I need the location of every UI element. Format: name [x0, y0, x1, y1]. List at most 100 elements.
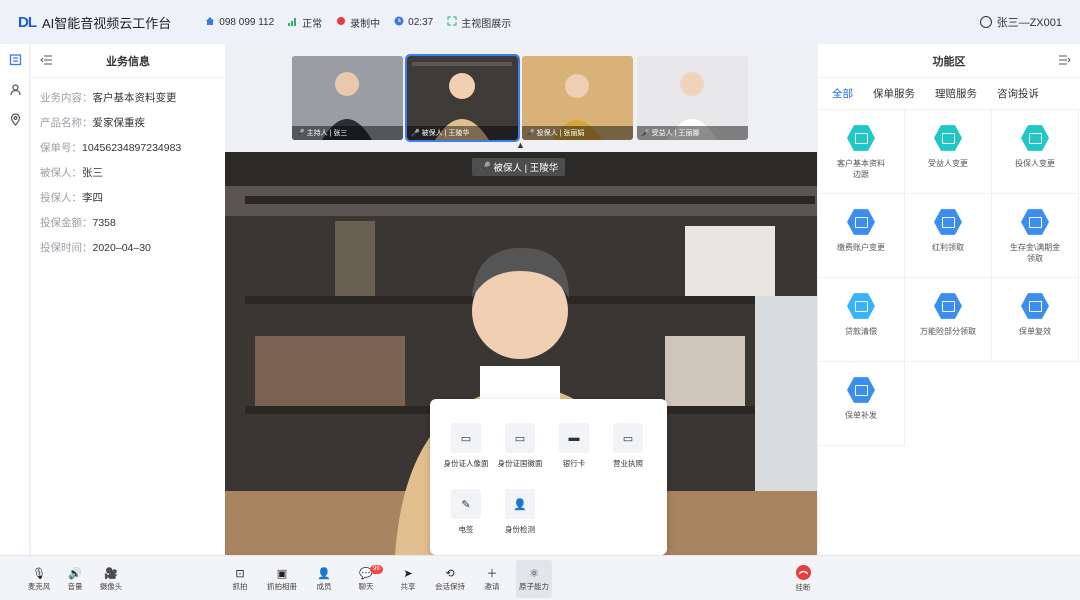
toolbar-icon: ➤ — [403, 567, 413, 580]
view-mode-toggle[interactable]: 主视图展示 — [447, 15, 511, 30]
info-row: 投保金额：7358 — [40, 215, 225, 229]
participant-label: 投保人 | 张丽娟 — [536, 130, 585, 137]
view-mode-text: 主视图展示 — [461, 18, 512, 30]
function-item[interactable]: 生存金\满期金 领取 — [992, 194, 1079, 278]
function-item[interactable]: 保单补发 — [818, 362, 905, 446]
toolbar-label: 摄像头 — [99, 582, 123, 591]
hangup-button[interactable]: 挂断 — [793, 565, 813, 593]
mic-icon: 🎤 — [641, 130, 650, 137]
hangup-label: 挂断 — [795, 583, 811, 592]
toolbar-label: 麦克风 — [27, 582, 51, 591]
function-item-label: 客户基本资料 边跟 — [837, 159, 885, 179]
atomic-item[interactable]: ▬ 银行卡 — [548, 423, 600, 469]
people-icon[interactable] — [0, 74, 30, 104]
mic-icon: 🎤 — [526, 130, 535, 137]
toolbar-button[interactable]: ⚛ 原子能力 — [516, 560, 552, 598]
toolbar-button[interactable]: ⊡ 抓拍 — [222, 565, 258, 592]
function-item-label: 投保人变更 — [1015, 159, 1055, 168]
toolbar-label: 原子能力 — [519, 582, 549, 591]
function-item-label: 受益人变更 — [928, 159, 968, 168]
function-item-icon — [847, 125, 875, 151]
active-speaker-label: 🎤 被保人 | 王陵华 — [472, 158, 566, 176]
function-item-label: 保单复效 — [1019, 327, 1051, 336]
function-item[interactable]: 贷款清偿 — [818, 278, 905, 362]
atomic-item[interactable]: ✎ 电签 — [440, 489, 492, 535]
toolbar-button[interactable]: ＋ 邀请 — [474, 565, 510, 592]
function-item[interactable]: 受益人变更 — [905, 110, 992, 194]
user-menu[interactable]: 张三—ZX001 — [979, 0, 1062, 44]
function-panel: 功能区 全部 保单服务 理赔服务 咨询投诉 客户基本资料 边跟 受益人变更 投保人变更 缴费… — [818, 44, 1080, 555]
info-key: 保单号： — [40, 142, 82, 154]
info-key: 投保金额： — [40, 217, 93, 229]
function-item-icon — [847, 377, 875, 403]
toolbar-button[interactable]: 🔊 音量 — [57, 565, 93, 592]
atomic-item-icon: ▭ — [613, 423, 643, 453]
clock-icon — [394, 16, 404, 29]
toolbar-button[interactable]: ➤ 共享 — [390, 565, 426, 592]
participant-label: 受益人 | 王丽娜 — [651, 130, 700, 137]
toolbar-button[interactable]: ▣ 抓拍相册 — [264, 565, 300, 592]
toolbar-icon: ▣ — [276, 567, 288, 580]
function-tab[interactable]: 咨询投诉 — [997, 86, 1039, 101]
mic-icon: 🎤 — [479, 161, 491, 173]
atomic-item[interactable]: ▭ 身份证国徽面 — [494, 423, 546, 469]
function-tab[interactable]: 全部 — [832, 86, 853, 101]
mic-icon: 🎤 — [296, 130, 305, 137]
left-rail — [0, 44, 30, 555]
toolbar-label: 抓拍 — [232, 582, 248, 591]
toolbar-button[interactable]: 👤 成员 — [306, 565, 342, 592]
function-tab[interactable]: 保单服务 — [873, 86, 915, 101]
function-item-icon — [847, 209, 875, 235]
toolbar-label: 邀请 — [484, 582, 500, 591]
collapse-icon[interactable] — [40, 55, 52, 65]
function-item[interactable]: 红利领取 — [905, 194, 992, 278]
phone-number: 098 099 112 — [219, 16, 275, 28]
info-row: 投保时间：2020–04–30 — [40, 240, 225, 254]
video-stage: 🎤 主持人 | 张三 🎤 被保人 | 王陵华 🎤 投保人 | 张丽娟 🎤 受益人… — [225, 44, 817, 555]
participant-caption: 🎤 主持人 | 张三 — [292, 126, 403, 140]
timer: 02:37 — [394, 16, 433, 29]
atomic-item[interactable]: ▭ 身份证人像面 — [440, 423, 492, 469]
toolbar-label: 音量 — [67, 582, 83, 591]
toolbar-button[interactable]: 💬 聊天 99 — [348, 565, 384, 592]
toolbar-button[interactable]: 🎙 麦克风 — [21, 565, 57, 592]
recording-status: 录制中 — [336, 15, 380, 30]
home-icon — [205, 16, 215, 29]
participant-thumb[interactable]: 🎤 主持人 | 张三 — [292, 56, 403, 140]
location-icon[interactable] — [0, 104, 30, 134]
participant-thumb[interactable]: 🎤 投保人 | 张丽娟 — [522, 56, 633, 140]
business-info-icon[interactable] — [0, 44, 30, 74]
atomic-item-icon: 👤 — [505, 489, 535, 519]
info-value: 张三 — [82, 167, 103, 179]
toolbar-icon: ⊡ — [235, 567, 245, 580]
chat-badge: 99 — [370, 565, 383, 574]
business-info-panel: 业务信息 业务内容：客户基本资料变更 产品名称：爱家保重疾 保单号：10456234… — [31, 44, 225, 555]
toolbar-icon: 👤 — [317, 567, 331, 580]
participant-thumb-active[interactable]: 🎤 被保人 | 王陵华 — [405, 54, 520, 142]
collapse-right-icon[interactable] — [1059, 55, 1071, 68]
function-item[interactable]: 缴费账户变更 — [818, 194, 905, 278]
atomic-item-icon: ▬ — [559, 423, 589, 453]
toolbar-icon: ＋ — [486, 568, 498, 580]
function-item[interactable]: 保单复效 — [992, 278, 1079, 362]
toolbar-icon: 🎥 — [104, 567, 118, 580]
toolbar-button[interactable]: ⟲ 会话保持 — [432, 565, 468, 592]
info-row: 业务内容：客户基本资料变更 — [40, 90, 225, 104]
signal-text: 正常 — [302, 18, 323, 30]
chevron-up-icon[interactable]: ▲ — [516, 140, 525, 150]
function-item-icon — [1021, 293, 1049, 319]
user-name: 张三—ZX001 — [996, 17, 1062, 29]
signal-icon — [288, 16, 298, 29]
function-item[interactable]: 客户基本资料 边跟 — [818, 110, 905, 194]
participant-strip: 🎤 主持人 | 张三 🎤 被保人 | 王陵华 🎤 投保人 | 张丽娟 🎤 受益人… — [225, 44, 817, 152]
atomic-item-label: 电签 — [458, 525, 474, 534]
toolbar-button[interactable]: 🎥 摄像头 — [93, 565, 129, 592]
participant-thumb[interactable]: 🎤 受益人 | 王丽娜 — [637, 56, 748, 140]
app-title: AI智能音视频云工作台 — [42, 15, 172, 31]
info-key: 投保时间： — [40, 242, 93, 254]
function-item[interactable]: 投保人变更 — [992, 110, 1079, 194]
function-tab[interactable]: 理赔服务 — [935, 86, 977, 101]
atomic-item[interactable]: ▭ 营业执照 — [602, 423, 654, 469]
function-item[interactable]: 万能险部分领取 — [905, 278, 992, 362]
atomic-item[interactable]: 👤 身份检测 — [494, 489, 546, 535]
